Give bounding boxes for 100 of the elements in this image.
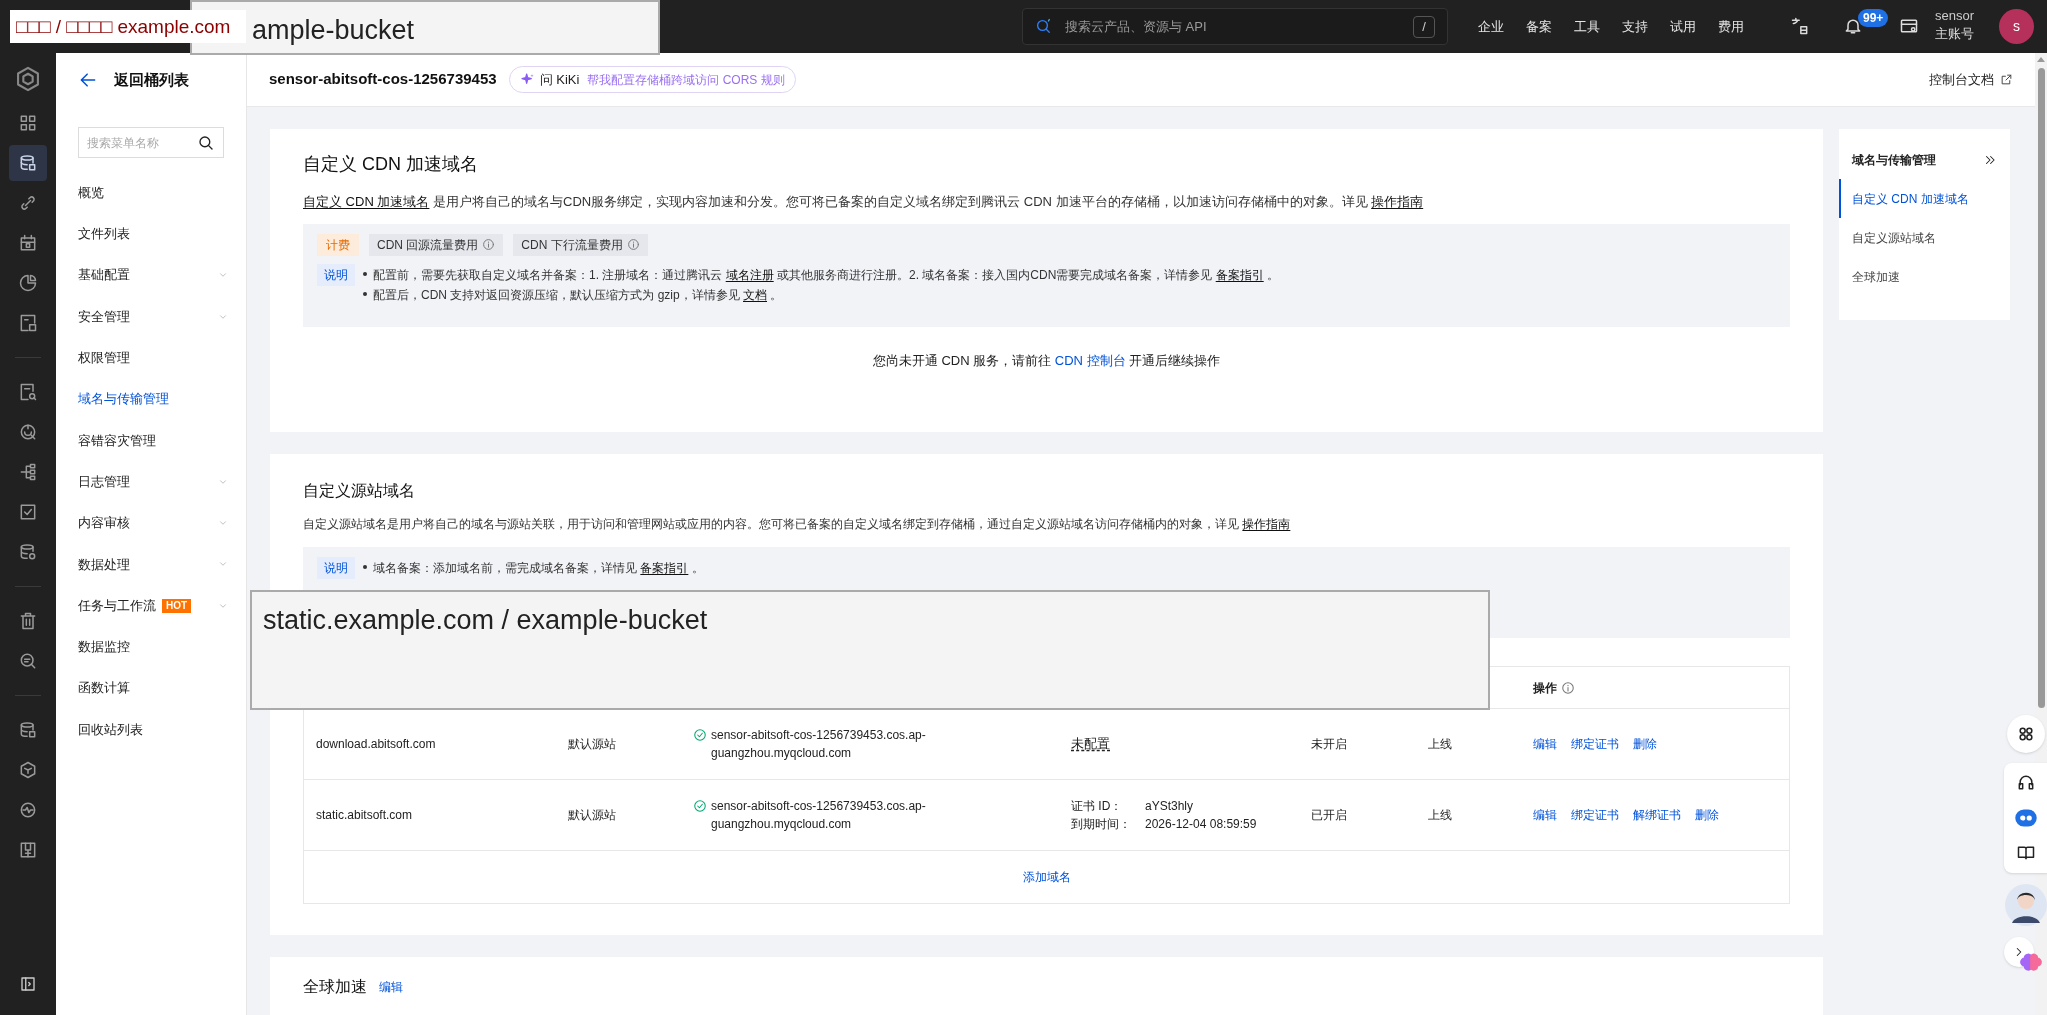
scroll-up-arrow[interactable]: [2037, 57, 2045, 62]
doc-link[interactable]: 操作指南: [1371, 194, 1424, 209]
nav-link[interactable]: 备案: [1526, 16, 1552, 37]
section-title: 全球加速: [303, 977, 367, 997]
cert-expiry: 2026-12-04 08:59:59: [1145, 816, 1257, 833]
action-link[interactable]: 绑定证书: [1571, 806, 1619, 824]
sidebar-item[interactable]: 概览: [56, 172, 246, 214]
calendar-icon: [18, 233, 38, 253]
doc-link[interactable]: 操作指南: [1242, 517, 1291, 531]
bucket-title: sensor-abitsoft-cos-1256739453: [269, 69, 497, 90]
menu-search-bar[interactable]: 搜索菜单名称: [78, 127, 224, 158]
scrollbar-thumb[interactable]: [2037, 68, 2045, 708]
cert-status[interactable]: 未配置: [1071, 736, 1110, 752]
action-link[interactable]: 删除: [1695, 806, 1719, 824]
back-link[interactable]: 返回桶列表: [114, 68, 189, 92]
table-cell: 默认源站: [568, 737, 616, 751]
edit-link[interactable]: 编辑: [379, 978, 403, 996]
overlay-label: □□□ / □□□□ example.com: [10, 10, 246, 43]
section-title: 自定义源站域名: [303, 481, 416, 501]
notice-text: 您尚未开通 CDN 服务，请前往 CDN 控制台 开通后继续操作: [871, 351, 1222, 370]
database-icon: [18, 720, 38, 740]
search-circle-icon: [18, 651, 38, 671]
nav-link[interactable]: 支持: [1622, 16, 1648, 37]
assistant-avatar[interactable]: [2004, 883, 2047, 927]
nav-link[interactable]: 试用: [1670, 16, 1696, 37]
sidebar-item[interactable]: 任务与工作流 HOT: [56, 584, 246, 627]
search-bar[interactable]: 搜索云产品、资源与 API /: [1022, 8, 1448, 45]
account-role: 主账号: [1935, 25, 1974, 43]
kiki-prompt: 帮我配置存储桶跨域访问 CORS 规则: [587, 71, 785, 89]
doc-link[interactable]: 自定义 CDN 加速域名: [303, 194, 430, 209]
billing-tag: 计费: [317, 233, 359, 256]
search-field[interactable]: 搜索云产品、资源与 API: [1065, 16, 1401, 37]
info-icon: [482, 238, 496, 251]
overlay-text: static.example.com / example-bucket: [263, 605, 708, 635]
sidebar-item[interactable]: 数据监控: [56, 626, 246, 668]
sidebar-item[interactable]: 文件列表: [56, 213, 246, 255]
fee-tag[interactable]: CDN 回源流量费用: [369, 233, 504, 256]
sidebar-item[interactable]: 容错容灾管理: [56, 419, 246, 462]
table-cell: 上线: [1428, 808, 1452, 822]
nav-link[interactable]: 工具: [1574, 16, 1600, 37]
checkbox-icon: [18, 502, 38, 522]
action-link[interactable]: 删除: [1633, 735, 1657, 753]
search-icon: [1035, 17, 1053, 36]
anchor-nav-item[interactable]: 自定义 CDN 加速域名: [1839, 179, 2010, 218]
anchor-nav-item[interactable]: 自定义源站域名: [1839, 218, 2010, 257]
sidebar-item[interactable]: 基础配置: [56, 254, 246, 296]
panel-toggle-icon[interactable]: [19, 975, 37, 993]
image-file-icon: [18, 313, 38, 333]
cert-id: aYSt3hly: [1145, 798, 1195, 815]
section-title: 自定义 CDN 加速域名: [303, 153, 479, 176]
sidebar-item[interactable]: 函数计算: [56, 667, 246, 709]
shortcut-key: /: [1413, 15, 1435, 38]
sidebar-item[interactable]: 内容审核: [56, 502, 246, 544]
database-icon: [18, 153, 38, 173]
check-circle-icon: [693, 728, 707, 742]
ticket-icon[interactable]: [1899, 16, 1919, 36]
anchor-nav-title: 域名与传输管理: [1852, 152, 1937, 169]
doc-link[interactable]: 文档: [743, 287, 767, 302]
nav-link[interactable]: 企业: [1478, 16, 1504, 37]
sidebar-item[interactable]: 数据处理: [56, 543, 246, 585]
docs-link[interactable]: 控制台文档: [1929, 69, 1994, 90]
column-header: 操作: [1533, 679, 1557, 697]
table-cell: 默认源站: [568, 808, 616, 822]
hot-badge: HOT: [162, 598, 192, 613]
doc-link[interactable]: 域名注册: [725, 267, 774, 282]
check-circle-icon: [693, 799, 707, 813]
sidebar-item[interactable]: 安全管理: [56, 295, 246, 338]
sidebar-item[interactable]: 日志管理: [56, 461, 246, 503]
trash-icon: [18, 611, 38, 631]
database-gear-icon: [18, 542, 38, 562]
sidebar-item[interactable]: 回收站列表: [56, 708, 246, 751]
headset-icon[interactable]: [2016, 773, 2036, 793]
domain-cell: static.abitsoft.com: [316, 808, 413, 822]
cert-label: 到期时间：: [1071, 816, 1131, 833]
menu-search-field[interactable]: 搜索菜单名称: [87, 133, 197, 152]
note-tag: 说明: [317, 557, 355, 579]
sidebar-item[interactable]: 权限管理: [56, 337, 246, 379]
add-domain-link[interactable]: 添加域名: [1022, 868, 1071, 886]
doc-link[interactable]: 备案指引: [1215, 267, 1264, 282]
avatar[interactable]: s: [1999, 9, 2034, 44]
hexagon-logo-icon: [14, 65, 42, 93]
doc-link[interactable]: 备案指引: [640, 561, 689, 575]
rail-button[interactable]: [9, 145, 47, 181]
table-cell: 上线: [1428, 737, 1452, 751]
action-link[interactable]: 绑定证书: [1571, 735, 1619, 753]
note-text: 配置后，CDN 支持对返回资源压缩，默认压缩方式为 gzip，详情参见 文档 。: [373, 286, 783, 304]
nav-link[interactable]: 费用: [1718, 16, 1744, 37]
fee-tag[interactable]: CDN 下行流量费用: [513, 233, 648, 256]
external-link-icon[interactable]: [2000, 73, 2013, 86]
double-chevron-icon[interactable]: [1983, 153, 1997, 167]
domain-cell: download.abitsoft.com: [316, 737, 436, 751]
account-name[interactable]: sensor: [1935, 7, 1975, 25]
action-link[interactable]: 编辑: [1533, 735, 1557, 753]
language-icon[interactable]: [1790, 16, 1810, 36]
sidebar-item[interactable]: 域名与传输管理: [56, 378, 246, 420]
hierarchy-icon: [18, 462, 38, 482]
action-link[interactable]: 编辑: [1533, 806, 1557, 824]
anchor-nav-item[interactable]: 全球加速: [1839, 257, 2010, 296]
action-link[interactable]: 解绑证书: [1633, 806, 1681, 824]
console-link[interactable]: CDN 控制台: [1054, 352, 1126, 368]
